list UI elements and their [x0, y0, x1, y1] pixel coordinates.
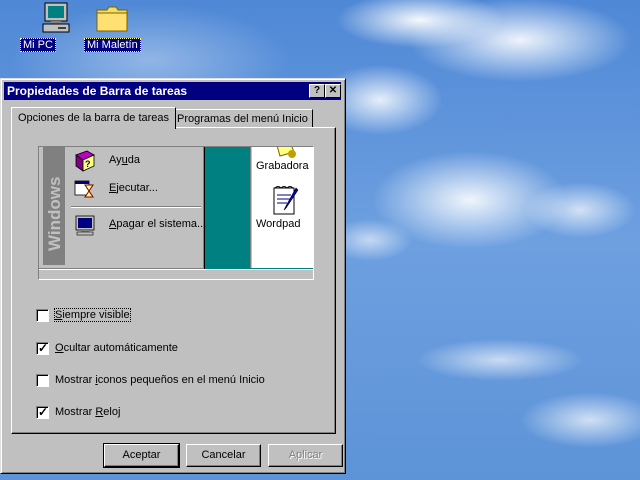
start-menu-preview: Windows ? Ayuda Ejecutar... Apagar el si…	[39, 147, 207, 270]
tab-label: Programas del menú Inicio	[177, 113, 308, 125]
menu-item-label: Ayuda	[109, 154, 141, 166]
help-icon: ?	[313, 85, 321, 96]
close-icon: ✕	[328, 85, 338, 96]
folder-icon	[96, 6, 128, 32]
help-button[interactable]: ?	[309, 84, 325, 98]
option-label: Ocultar automáticamente	[55, 342, 178, 354]
menu-item-run: Ejecutar...	[73, 175, 203, 203]
option-label: Siempre visible	[54, 308, 131, 322]
apply-button[interactable]: Aplicar	[268, 444, 343, 467]
button-label: Cancelar	[201, 449, 246, 461]
explorer-item-label: Grabadora	[256, 160, 309, 172]
taskbar-preview-strip	[39, 269, 313, 279]
desktop-icon-label: Mi Maletín	[84, 38, 141, 52]
tab-start-menu-programs[interactable]: Programas del menú Inicio	[172, 109, 313, 128]
checkbox-show-clock[interactable]: ✓	[36, 405, 49, 419]
desktop-icon-briefcase[interactable]: Mi Maletín	[84, 0, 144, 54]
banner-text: Windows	[45, 176, 64, 251]
help-book-icon: ?	[75, 150, 95, 172]
menu-item-label: Apagar el sistema...	[109, 218, 207, 230]
tab-panel: Windows ? Ayuda Ejecutar... Apagar el si…	[11, 127, 336, 434]
taskbar-properties-dialog: Propiedades de Barra de tareas ? ✕ Opcio…	[0, 78, 346, 474]
checkbox-auto-hide[interactable]: ✓	[36, 341, 49, 355]
shutdown-computer-icon	[75, 215, 95, 236]
checkmark-icon: ✓	[38, 405, 49, 419]
explorer-window-preview: Grabadora Wordpad	[251, 147, 313, 268]
wordpad-icon	[273, 186, 299, 215]
computer-icon	[42, 2, 70, 33]
checkbox-small-icons[interactable]: ✓	[36, 374, 49, 387]
tab-taskbar-options[interactable]: Opciones de la barra de tareas	[11, 107, 177, 129]
windows-banner: Windows	[43, 147, 65, 265]
run-hourglass-icon	[74, 180, 94, 198]
sound-recorder-icon	[276, 147, 296, 158]
tab-label: Opciones de la barra de tareas	[18, 112, 170, 124]
explorer-item-label: Wordpad	[256, 218, 301, 230]
button-label: Aceptar	[122, 449, 161, 461]
option-label: Mostrar iconos pequeños en el menú Inici…	[55, 374, 265, 386]
option-label: Mostrar Reloj	[55, 406, 121, 418]
desktop-icon-label: Mi PC	[20, 38, 56, 52]
desktop-icon-my-computer[interactable]: Mi PC	[18, 0, 70, 54]
svg-text:?: ?	[85, 159, 91, 169]
cancel-button[interactable]: Cancelar	[186, 444, 261, 467]
menu-item-shutdown: Apagar el sistema...	[73, 211, 207, 239]
menu-item-label: Ejecutar...	[109, 182, 158, 194]
taskbar-preview: Windows ? Ayuda Ejecutar... Apagar el si…	[38, 146, 314, 280]
menu-item-help: ? Ayuda	[73, 147, 203, 175]
menu-separator	[71, 206, 201, 208]
checkmark-icon: ✓	[38, 341, 49, 355]
dialog-title: Propiedades de Barra de tareas	[7, 84, 188, 98]
close-button[interactable]: ✕	[325, 84, 341, 98]
button-label: Aplicar	[288, 449, 323, 461]
checkbox-always-on-top[interactable]: ✓	[36, 309, 49, 322]
accept-button[interactable]: Aceptar	[103, 443, 180, 468]
title-bar[interactable]: Propiedades de Barra de tareas ? ✕	[4, 82, 341, 100]
